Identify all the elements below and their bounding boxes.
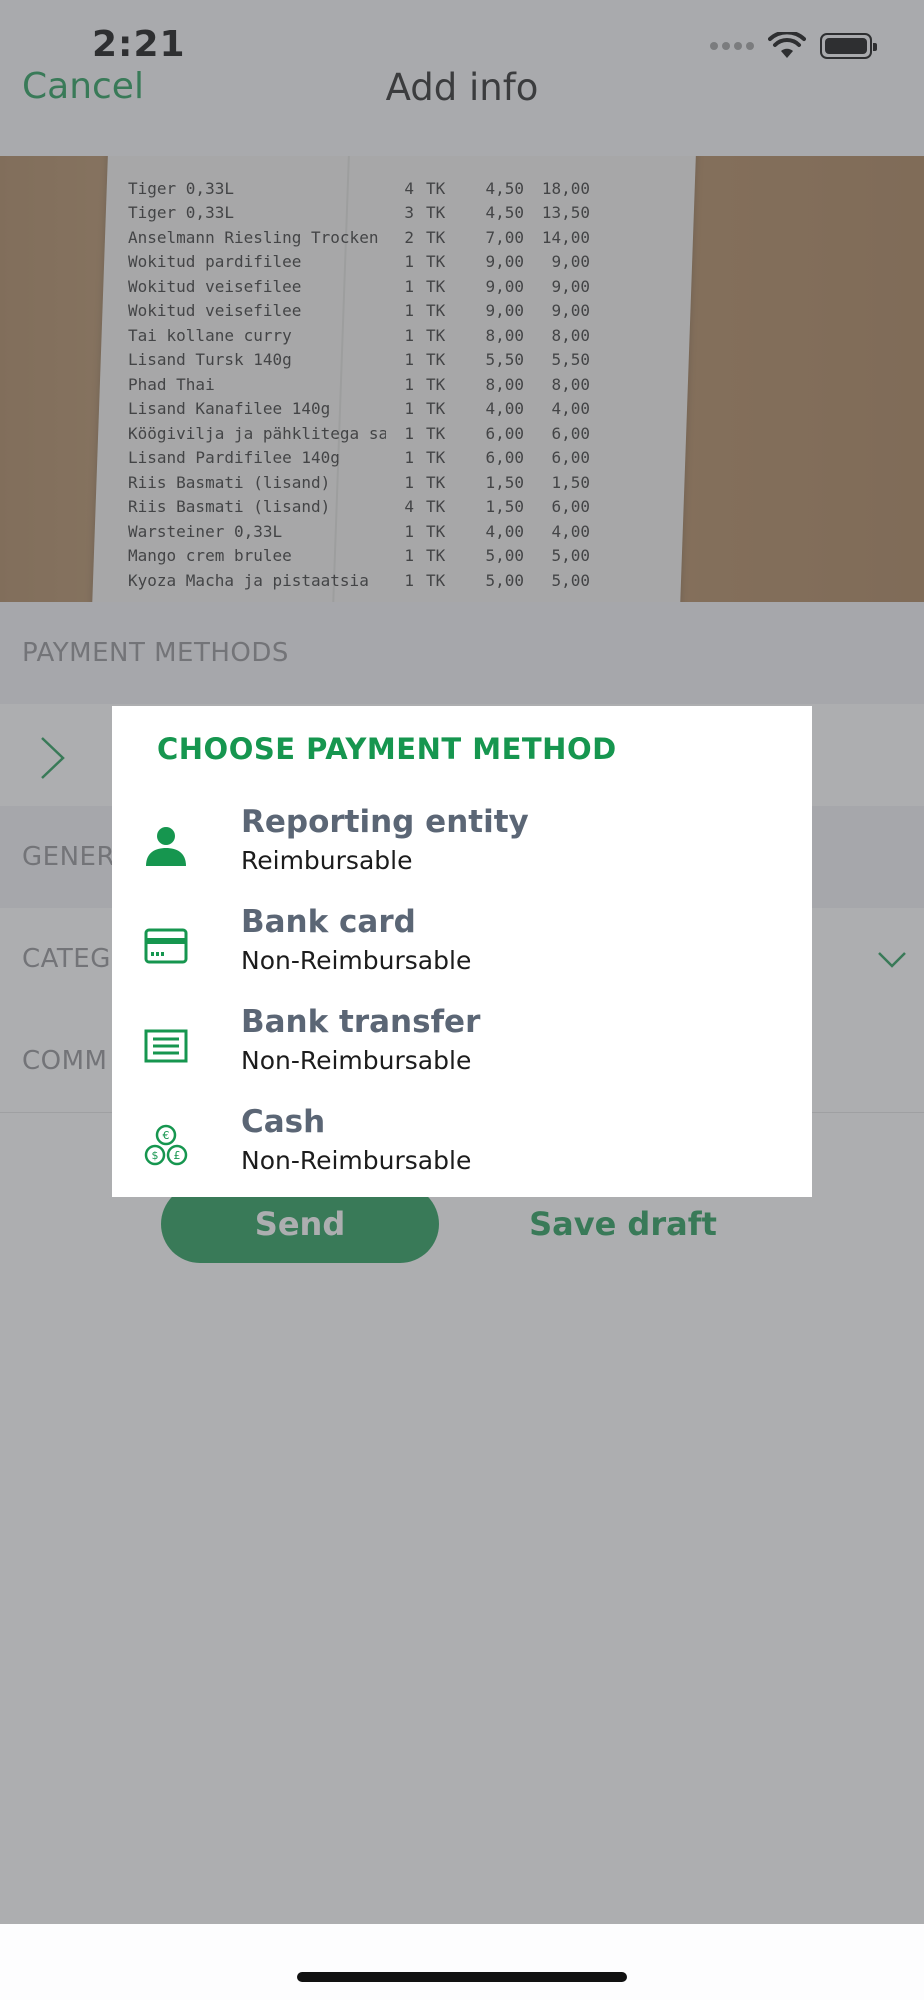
svg-text:€: € <box>163 1129 170 1142</box>
option-cash[interactable]: € $ £ Cash Non-Reimbursable <box>112 1096 812 1196</box>
bank-card-icon <box>144 928 188 964</box>
home-area <box>0 1924 924 2000</box>
payment-method-dialog: CHOOSE PAYMENT METHOD Reporting entity R… <box>112 706 812 1197</box>
option-reporting-entity[interactable]: Reporting entity Reimbursable <box>112 796 812 896</box>
option-bank-card[interactable]: Bank card Non-Reimbursable <box>112 896 812 996</box>
add-info-screen: 2:21 Cancel Add info Tiger 0,33L4TK4,501… <box>0 0 924 2000</box>
svg-text:$: $ <box>152 1149 159 1162</box>
person-icon <box>146 827 186 866</box>
svg-text:£: £ <box>174 1149 181 1162</box>
dialog-title: CHOOSE PAYMENT METHOD <box>157 732 617 766</box>
bank-transfer-icon <box>144 1029 188 1063</box>
home-indicator[interactable] <box>297 1972 627 1982</box>
cash-coins-icon: € $ £ <box>144 1124 188 1166</box>
option-bank-transfer[interactable]: Bank transfer Non-Reimbursable <box>112 996 812 1096</box>
